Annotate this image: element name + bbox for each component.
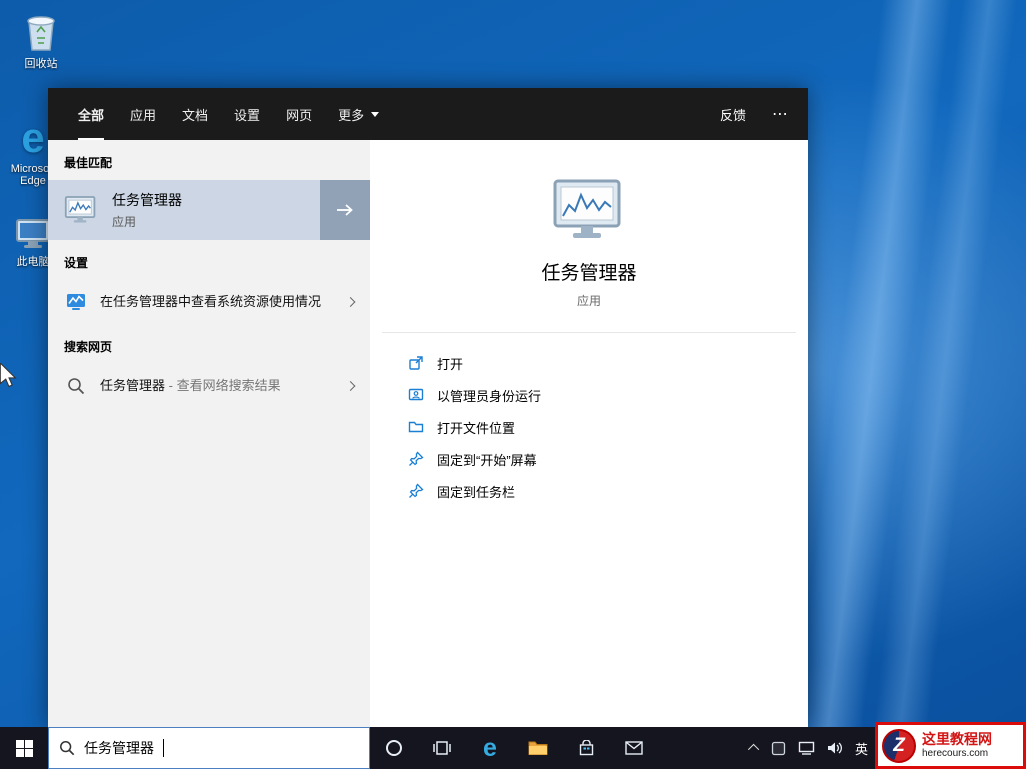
system-resource-icon: [66, 292, 86, 312]
file-location-icon: [408, 419, 424, 435]
tab-label: 全部: [78, 105, 104, 124]
query-text: 任务管理器: [100, 378, 165, 393]
action-pin-to-start[interactable]: 固定到“开始”屏幕: [408, 443, 808, 475]
tab-label: 网页: [286, 105, 312, 124]
store-icon: [578, 740, 595, 757]
result-preview-pane: 任务管理器 应用 打开: [370, 140, 808, 727]
search-results-column: 最佳匹配 任务管理器 应用: [48, 140, 370, 727]
action-label: 固定到任务栏: [437, 482, 515, 501]
tab-more[interactable]: 更多: [338, 88, 379, 140]
cortana-icon: [385, 739, 403, 757]
arrow-right-icon: [336, 203, 354, 217]
task-manager-icon-large: [551, 178, 627, 242]
action-open-file-location[interactable]: 打开文件位置: [408, 411, 808, 443]
this-pc-icon: [14, 218, 52, 250]
action-label: 打开: [437, 354, 463, 373]
result-title: 任务管理器: [112, 190, 182, 210]
result-text: 在任务管理器中查看系统资源使用情况: [100, 292, 321, 312]
microsoft-store-button[interactable]: [562, 727, 610, 769]
action-pin-to-taskbar[interactable]: 固定到任务栏: [408, 475, 808, 507]
volume-icon[interactable]: [827, 741, 843, 755]
chevron-right-icon: [346, 381, 356, 391]
tab-label: 更多: [338, 105, 364, 124]
tab-label: 应用: [130, 105, 156, 124]
file-explorer-icon: [528, 740, 548, 756]
action-label: 打开文件位置: [437, 418, 515, 437]
tab-all[interactable]: 全部: [78, 88, 104, 140]
open-icon: [408, 355, 424, 371]
settings-result[interactable]: 在任务管理器中查看系统资源使用情况: [48, 280, 370, 324]
chevron-right-icon: [346, 297, 356, 307]
run-as-admin-icon: [408, 387, 424, 403]
tab-settings[interactable]: 设置: [234, 88, 260, 140]
action-run-as-admin[interactable]: 以管理员身份运行: [408, 379, 808, 411]
best-match-header: 最佳匹配: [48, 140, 370, 180]
pin-icon: [408, 451, 424, 467]
result-subtitle: 应用: [112, 213, 182, 230]
preview-title: 任务管理器: [541, 258, 636, 285]
site-watermark: Z 这里教程网 herecours.com: [875, 722, 1026, 769]
chevron-down-icon: [371, 112, 379, 117]
network-icon[interactable]: [798, 741, 815, 755]
cortana-button[interactable]: [370, 727, 418, 769]
action-label: 固定到“开始”屏幕: [437, 450, 537, 469]
mail-icon: [625, 741, 643, 755]
windows-search-panel: 全部 应用 文档 设置 网页 更多 反馈 ⋯ 最佳匹配: [48, 88, 808, 727]
recycle-bin-icon: [23, 10, 59, 52]
show-hidden-icons-button[interactable]: [748, 744, 759, 755]
tab-label: 文档: [182, 105, 208, 124]
web-search-result[interactable]: 任务管理器 - 查看网络搜索结果: [48, 364, 370, 408]
desktop-icon-label: 此电脑: [17, 253, 50, 269]
mail-button[interactable]: [610, 727, 658, 769]
action-open[interactable]: 打开: [408, 347, 808, 379]
settings-section-header: 设置: [48, 240, 370, 280]
search-input-value: 任务管理器: [84, 738, 154, 758]
search-icon: [67, 377, 85, 395]
search-icon: [59, 740, 75, 756]
tab-documents[interactable]: 文档: [182, 88, 208, 140]
desktop-icon-label: 回收站: [25, 55, 58, 71]
pin-icon: [408, 483, 424, 499]
best-match-result[interactable]: 任务管理器 应用: [48, 180, 370, 240]
task-view-button[interactable]: [418, 727, 466, 769]
tab-label: 设置: [234, 105, 260, 124]
edge-icon: e: [21, 116, 44, 160]
task-view-icon: [433, 740, 451, 756]
tray-app-icon[interactable]: [771, 741, 786, 756]
action-label: 以管理员身份运行: [437, 386, 541, 405]
taskbar: 任务管理器 e: [0, 727, 1026, 769]
taskbar-search-box[interactable]: 任务管理器: [48, 727, 370, 769]
tab-apps[interactable]: 应用: [130, 88, 156, 140]
ime-language-indicator[interactable]: 英: [855, 739, 868, 758]
start-button[interactable]: [0, 727, 48, 769]
watermark-site-name: 这里教程网: [922, 731, 992, 748]
edge-icon: e: [483, 736, 497, 761]
more-options-button[interactable]: ⋯: [772, 104, 790, 124]
watermark-site-url: herecours.com: [922, 748, 992, 760]
search-filter-bar: 全部 应用 文档 设置 网页 更多 反馈 ⋯: [48, 88, 808, 140]
windows-logo-icon: [16, 740, 33, 757]
watermark-logo: Z: [882, 729, 916, 763]
text-cursor: [163, 739, 164, 757]
edge-taskbar-button[interactable]: e: [466, 727, 514, 769]
feedback-button[interactable]: 反馈: [720, 105, 746, 124]
desktop-icon-recycle-bin[interactable]: 回收站: [6, 10, 76, 71]
action-list: 打开 以管理员身份运行 打开文件位置: [370, 333, 808, 507]
file-explorer-button[interactable]: [514, 727, 562, 769]
suffix-text: - 查看网络搜索结果: [165, 378, 281, 393]
web-section-header: 搜索网页: [48, 324, 370, 364]
expand-preview-button[interactable]: [320, 180, 370, 240]
preview-subtitle: 应用: [577, 292, 601, 309]
task-manager-icon: [64, 195, 98, 225]
tab-web[interactable]: 网页: [286, 88, 312, 140]
mouse-cursor: [0, 363, 17, 389]
